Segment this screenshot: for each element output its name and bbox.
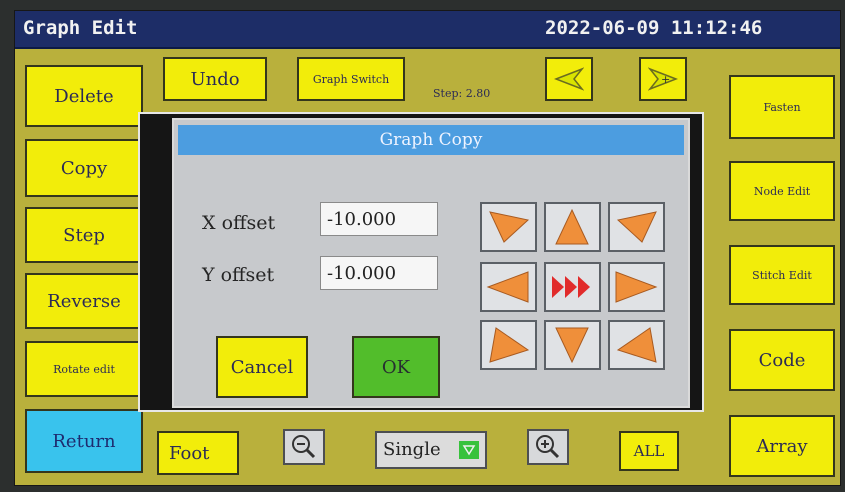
all-button[interactable]: ALL (619, 431, 679, 471)
arrow-left-icon (554, 67, 584, 91)
arrow-right-icon: + (648, 67, 678, 91)
arrow-down-icon (555, 327, 589, 364)
arrow-up-right-icon (616, 211, 657, 243)
reverse-button[interactable]: Reverse (25, 273, 143, 329)
previous-button[interactable] (545, 57, 593, 101)
arrow-center-button[interactable] (544, 262, 601, 312)
y-offset-label: Y offset (202, 264, 275, 286)
zoom-in-icon (536, 435, 560, 459)
dialog-title: Graph Copy (178, 125, 684, 155)
zoom-in-button[interactable] (527, 429, 569, 465)
zoom-out-button[interactable] (283, 429, 325, 465)
arrow-up-icon (555, 208, 589, 245)
fasten-button[interactable]: Fasten (729, 75, 835, 139)
rotate-edit-button[interactable]: Rotate edit (25, 341, 143, 397)
x-offset-field[interactable]: -10.000 (320, 202, 438, 236)
fast-forward-icon (552, 276, 590, 298)
arrow-left-button[interactable] (480, 262, 537, 312)
array-button[interactable]: Array (729, 415, 835, 477)
copy-button[interactable]: Copy (25, 139, 143, 197)
window-title: Graph Edit (23, 17, 138, 39)
arrow-right-pad-icon (615, 271, 658, 303)
arrow-up-right-button[interactable] (608, 202, 665, 252)
undo-button[interactable]: Undo (163, 57, 267, 101)
mode-select[interactable]: Single (375, 431, 487, 469)
stitch-edit-button[interactable]: Stitch Edit (729, 245, 835, 305)
next-button[interactable]: + (639, 57, 687, 101)
node-edit-button[interactable]: Node Edit (729, 161, 835, 221)
arrow-down-right-icon (616, 327, 657, 363)
cancel-button[interactable]: Cancel (216, 336, 308, 398)
graph-switch-button[interactable]: Graph Switch (297, 57, 405, 101)
x-offset-label: X offset (202, 212, 276, 234)
arrow-down-left-button[interactable] (480, 320, 537, 370)
title-bar: Graph Edit 2022-06-09 11:12:46 (15, 11, 840, 49)
datetime-display: 2022-06-09 11:12:46 (545, 17, 763, 39)
graph-copy-dialog: Graph Copy X offset -10.000 Y offset -10… (172, 118, 690, 408)
zoom-out-icon (292, 435, 316, 459)
code-button[interactable]: Code (729, 329, 835, 391)
ok-button[interactable]: OK (352, 336, 440, 398)
step-button[interactable]: Step (25, 207, 143, 263)
arrow-left-pad-icon (486, 271, 529, 303)
arrow-up-left-button[interactable] (480, 202, 537, 252)
arrow-right-button[interactable] (608, 262, 665, 312)
y-offset-field[interactable]: -10.000 (320, 256, 438, 290)
arrow-down-left-icon (489, 327, 530, 363)
arrow-down-right-button[interactable] (608, 320, 665, 370)
dropdown-icon[interactable] (459, 441, 479, 459)
return-button[interactable]: Return (25, 409, 143, 473)
delete-button[interactable]: Delete (25, 65, 143, 127)
arrow-down-button[interactable] (544, 320, 601, 370)
mode-select-value: Single (383, 439, 441, 460)
arrow-up-left-icon (489, 211, 530, 243)
step-readout: Step: 2.80 (433, 87, 491, 100)
svg-text:+: + (661, 73, 670, 86)
foot-button[interactable]: Foot (157, 431, 239, 475)
arrow-up-button[interactable] (544, 202, 601, 252)
